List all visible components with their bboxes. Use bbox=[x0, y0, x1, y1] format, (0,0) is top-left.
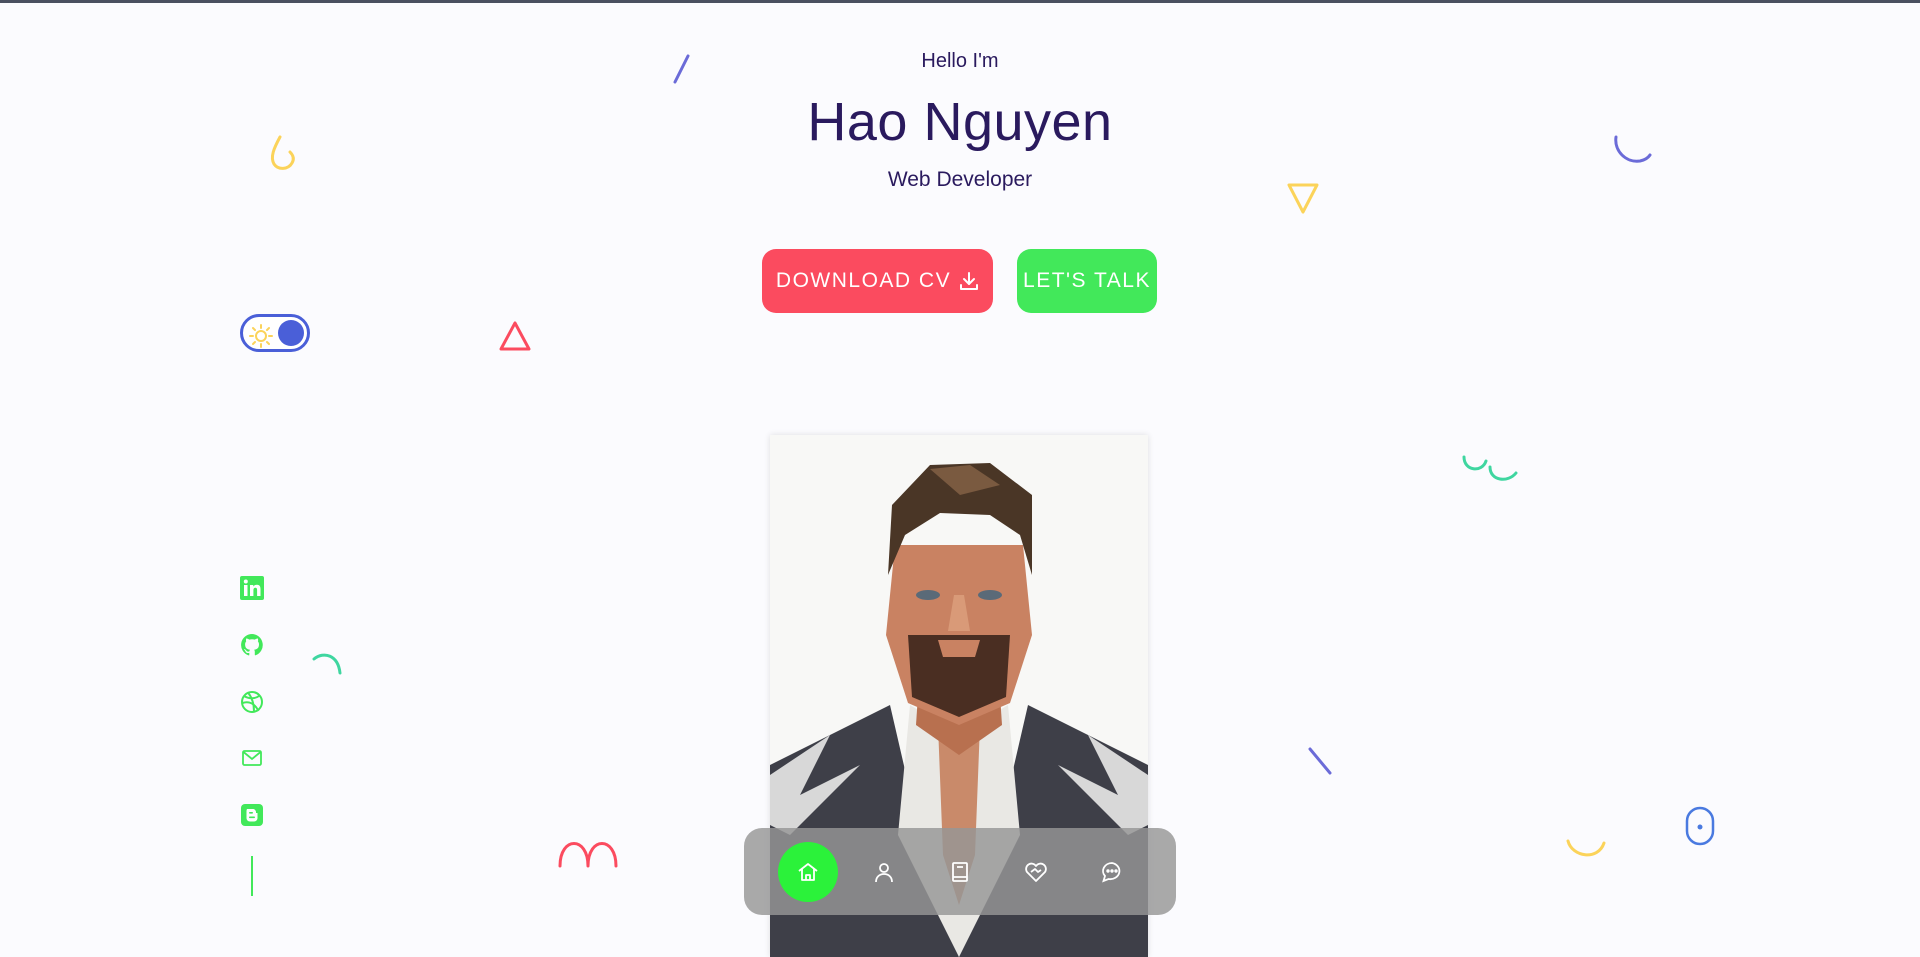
theme-toggle[interactable] bbox=[240, 314, 310, 352]
github-link[interactable] bbox=[240, 633, 264, 657]
decor-slash-purple bbox=[673, 54, 690, 84]
lets-talk-label: LET'S TALK bbox=[1023, 269, 1151, 292]
download-icon bbox=[960, 272, 979, 290]
decor-smile-yellow bbox=[1566, 839, 1606, 857]
download-cv-label: DOWNLOAD CV bbox=[775, 269, 952, 292]
blogger-icon bbox=[241, 804, 263, 826]
nav-contact[interactable] bbox=[1082, 842, 1142, 902]
decor-wave-teal bbox=[1462, 455, 1518, 481]
bottom-nav bbox=[744, 828, 1176, 915]
decor-capsule-blue bbox=[1685, 806, 1715, 846]
decor-slash-purple-2 bbox=[1308, 747, 1332, 775]
decor-triangle-red bbox=[499, 321, 531, 351]
nav-services[interactable] bbox=[1006, 842, 1066, 902]
email-link[interactable] bbox=[240, 746, 264, 770]
chat-icon bbox=[1102, 861, 1121, 883]
blogger-link[interactable] bbox=[240, 803, 264, 827]
decor-arc-purple bbox=[1614, 135, 1652, 163]
download-cv-button[interactable]: DOWNLOAD CV bbox=[762, 249, 993, 313]
decor-triangle-yellow bbox=[1287, 183, 1319, 214]
toggle-knob bbox=[278, 320, 304, 346]
nav-home[interactable] bbox=[778, 841, 838, 902]
dribbble-link[interactable] bbox=[240, 690, 264, 714]
decor-drop-yellow bbox=[270, 135, 295, 170]
decor-m-red bbox=[558, 842, 618, 868]
services-icon bbox=[1025, 862, 1047, 882]
dribbble-icon bbox=[241, 691, 263, 713]
user-icon bbox=[875, 862, 893, 882]
book-icon bbox=[952, 861, 968, 882]
nav-about[interactable] bbox=[854, 842, 914, 902]
sun-icon bbox=[249, 324, 273, 348]
github-icon bbox=[241, 634, 263, 656]
linkedin-link[interactable] bbox=[240, 576, 264, 600]
linkedin-icon bbox=[240, 576, 264, 600]
mail-icon bbox=[242, 750, 262, 766]
social-divider bbox=[251, 856, 253, 896]
home-icon bbox=[798, 862, 818, 881]
decor-arc-teal bbox=[312, 653, 342, 675]
nav-experience[interactable] bbox=[930, 842, 990, 902]
lets-talk-button[interactable]: LET'S TALK bbox=[1017, 249, 1157, 313]
greeting-text: Hello I'm bbox=[921, 50, 999, 72]
